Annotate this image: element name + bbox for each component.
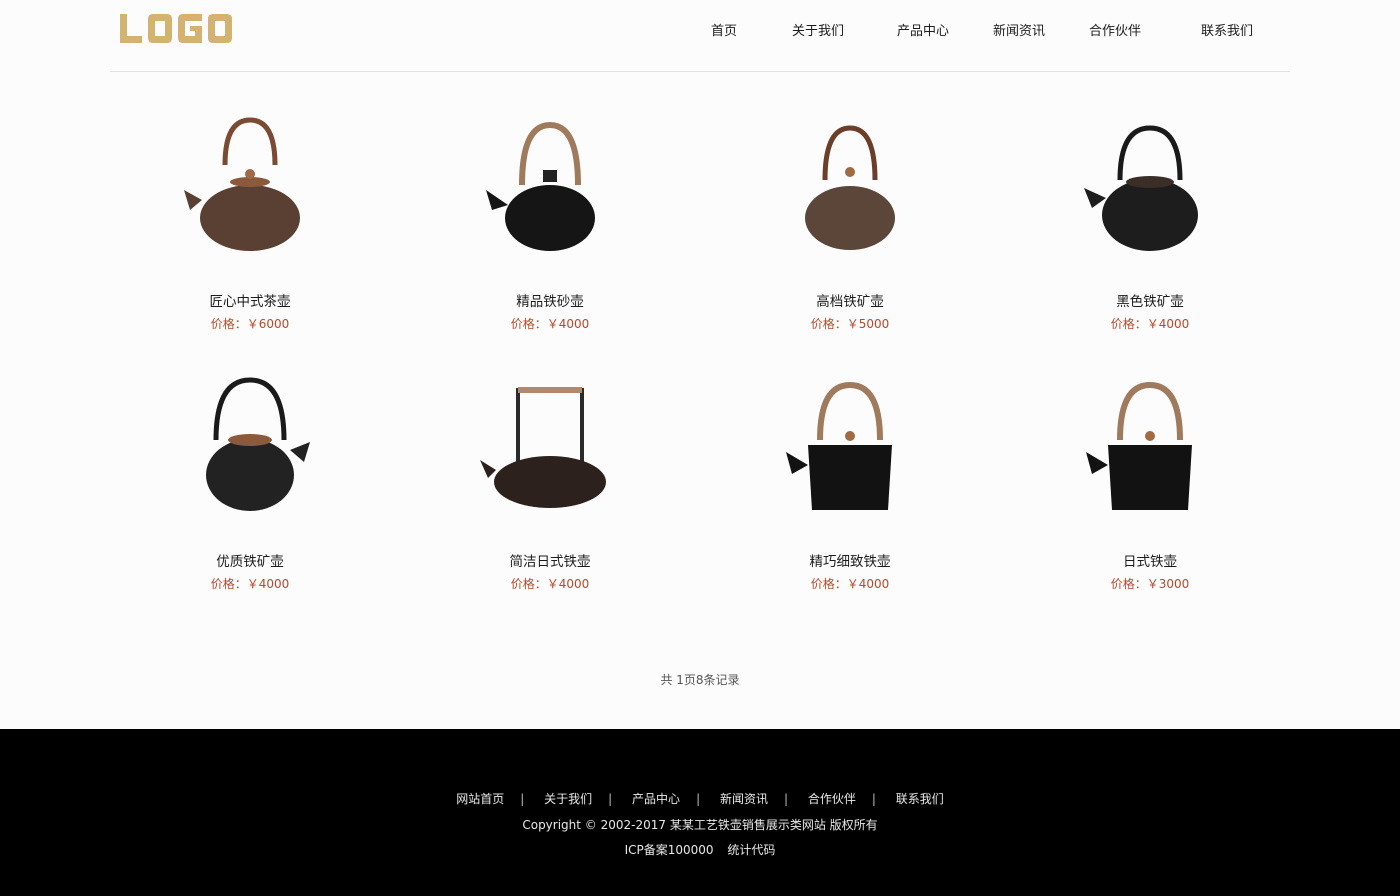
product-name[interactable]: 高档铁矿壶 <box>700 290 1000 310</box>
stats-code[interactable]: 统计代码 <box>727 843 775 857</box>
product-name[interactable]: 黑色铁矿壶 <box>1000 290 1300 310</box>
teapot-image[interactable] <box>1080 370 1220 520</box>
product-price: 价格：￥4000 <box>510 577 590 591</box>
footer-link-partners[interactable]: 合作伙伴 <box>808 792 856 806</box>
product-price: 价格：￥5000 <box>810 317 890 331</box>
teapot-image[interactable] <box>480 110 620 260</box>
teapot-image[interactable] <box>180 110 320 260</box>
product-card[interactable]: 日式铁壶 价格：￥3000 <box>1000 370 1300 600</box>
product-name[interactable]: 日式铁壶 <box>1000 550 1300 570</box>
site-footer: 网站首页 | 关于我们 | 产品中心 | 新闻资讯 | 合作伙伴 | 联系我们 Copyr… <box>0 729 1400 896</box>
separator: | <box>871 792 876 806</box>
copyright: Copyright © 2002-2017 某某工艺铁壶销售展示类网站 版权所有 <box>522 818 878 832</box>
nav-about[interactable]: 关于我们 <box>792 20 844 39</box>
separator: | <box>783 792 788 806</box>
icp-info: ICP备案100000 统计代码 <box>0 841 1400 858</box>
pagination-info: 共 1页8条记录 <box>660 673 740 687</box>
nav-contact[interactable]: 联系我们 <box>1201 20 1253 39</box>
product-card[interactable]: 精巧细致铁壶 价格：￥4000 <box>700 370 1000 600</box>
footer-link-contact[interactable]: 联系我们 <box>896 792 944 806</box>
footer-link-news[interactable]: 新闻资讯 <box>720 792 768 806</box>
product-price: 价格：￥4000 <box>510 317 590 331</box>
product-card[interactable]: 匠心中式茶壶 价格：￥6000 <box>100 110 400 340</box>
teapot-image[interactable] <box>180 370 320 520</box>
icp-number[interactable]: ICP备案100000 <box>625 843 714 857</box>
teapot-image[interactable] <box>780 110 920 260</box>
footer-link-home[interactable]: 网站首页 <box>456 792 504 806</box>
product-name[interactable]: 优质铁矿壶 <box>100 550 400 570</box>
product-price: 价格：￥6000 <box>210 317 290 331</box>
product-price: 价格：￥4000 <box>810 577 890 591</box>
product-card[interactable]: 简洁日式铁壶 价格：￥4000 <box>400 370 700 600</box>
site-header: 首页 关于我们 产品中心 新闻资讯 合作伙伴 联系我们 <box>110 0 1290 72</box>
teapot-image[interactable] <box>1080 110 1220 260</box>
nav-products[interactable]: 产品中心 <box>897 20 949 39</box>
separator: | <box>696 792 701 806</box>
product-name[interactable]: 精巧细致铁壶 <box>700 550 1000 570</box>
product-price: 价格：￥4000 <box>210 577 290 591</box>
product-card[interactable]: 高档铁矿壶 价格：￥5000 <box>700 110 1000 340</box>
main-nav: 首页 关于我们 产品中心 新闻资讯 合作伙伴 联系我们 <box>110 20 1290 40</box>
product-card[interactable]: 优质铁矿壶 价格：￥4000 <box>100 370 400 600</box>
product-card[interactable]: 精品铁砂壶 价格：￥4000 <box>400 110 700 340</box>
nav-home[interactable]: 首页 <box>711 20 737 39</box>
product-price: 价格：￥4000 <box>1110 317 1190 331</box>
teapot-image[interactable] <box>480 370 620 520</box>
footer-link-about[interactable]: 关于我们 <box>544 792 592 806</box>
product-name[interactable]: 简洁日式铁壶 <box>400 550 700 570</box>
nav-partners[interactable]: 合作伙伴 <box>1089 20 1141 39</box>
product-price: 价格：￥3000 <box>1110 577 1190 591</box>
footer-link-products[interactable]: 产品中心 <box>632 792 680 806</box>
footer-nav: 网站首页 | 关于我们 | 产品中心 | 新闻资讯 | 合作伙伴 | 联系我们 <box>0 790 1400 807</box>
teapot-image[interactable] <box>780 370 920 520</box>
product-card[interactable]: 黑色铁矿壶 价格：￥4000 <box>1000 110 1300 340</box>
separator: | <box>608 792 613 806</box>
separator: | <box>520 792 525 806</box>
nav-news[interactable]: 新闻资讯 <box>993 20 1045 39</box>
product-name[interactable]: 精品铁砂壶 <box>400 290 700 310</box>
product-name[interactable]: 匠心中式茶壶 <box>100 290 400 310</box>
